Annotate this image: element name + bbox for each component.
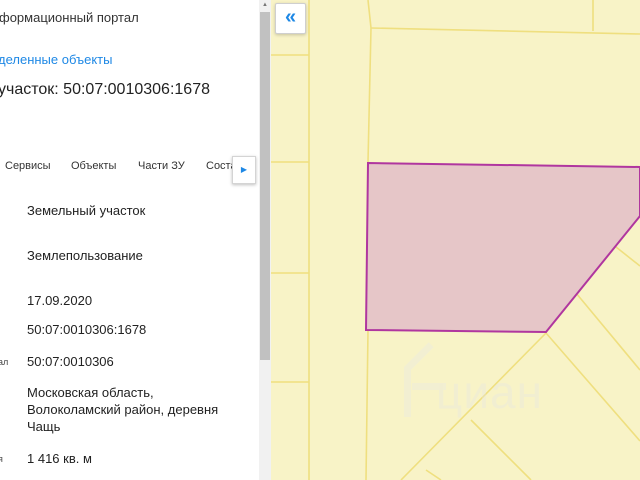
portal-title: формационный портал <box>0 10 139 25</box>
info-panel: формационный портал деленные объекты уча… <box>0 0 259 480</box>
collapse-panel-button[interactable]: « <box>275 3 306 34</box>
object-type-value: Земельный участок <box>27 203 146 218</box>
map-view[interactable]: циан <box>271 0 640 480</box>
tab-scroll-right-button[interactable]: ▶ <box>232 156 256 184</box>
address-line-1: Московская область, <box>27 385 154 400</box>
date-value: 17.09.2020 <box>27 293 93 308</box>
panel-scrollbar-thumb[interactable] <box>260 12 270 360</box>
quarter-label: ал <box>0 357 9 367</box>
selected-objects-link[interactable]: деленные объекты <box>0 52 112 67</box>
tab-parcel-parts[interactable]: Части ЗУ <box>138 160 185 172</box>
area-label: я <box>0 454 3 464</box>
map-canvas[interactable]: циан <box>271 0 640 480</box>
cadastral-number-value: 50:07:0010306:1678 <box>27 322 147 337</box>
svg-text:циан: циан <box>436 366 543 418</box>
scroll-up-arrow-icon[interactable]: ▲ <box>259 0 271 10</box>
selected-parcel[interactable] <box>364 161 640 334</box>
address-line-3: Чащь <box>27 419 61 434</box>
watermark-logo: циан <box>404 342 543 418</box>
double-chevron-left-icon: « <box>284 6 297 28</box>
tab-bar: Сервисы Объекты Части ЗУ Соста <box>0 152 259 184</box>
address-line-2: Волоколамский район, деревня <box>27 402 219 417</box>
category-value: Землепользование <box>27 248 143 263</box>
area-value: 1 416 кв. м <box>27 451 92 466</box>
page-title: участок: 50:07:0010306:1678 <box>0 81 210 98</box>
caret-right-icon: ▶ <box>240 165 248 174</box>
tab-objects[interactable]: Объекты <box>71 160 116 172</box>
tab-services[interactable]: Сервисы <box>5 160 51 172</box>
quarter-value: 50:07:0010306 <box>27 354 114 369</box>
